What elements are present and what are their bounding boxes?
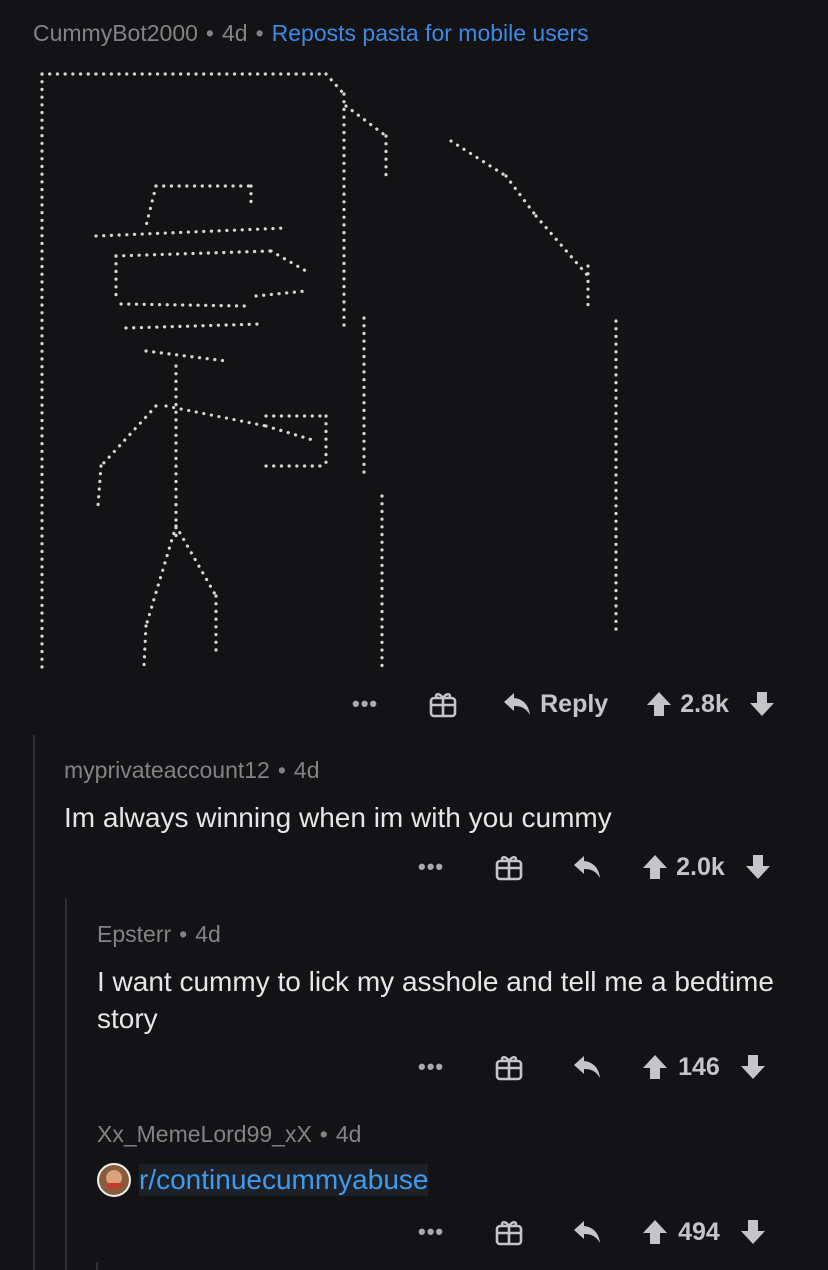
reply-label: Reply	[540, 689, 609, 718]
vote-score: 2.0k	[676, 852, 725, 881]
gift-icon	[495, 856, 523, 881]
ascii-dot-line	[534, 214, 590, 278]
ascii-dot-line	[174, 524, 218, 598]
ascii-dot-line	[144, 524, 178, 628]
ascii-dot-line	[99, 404, 158, 468]
upvote-arrow-icon	[643, 1220, 668, 1244]
reply-button[interactable]	[572, 1054, 602, 1080]
comment-author[interactable]: myprivateaccount12	[64, 757, 270, 783]
user-flair: Reposts pasta for mobile users	[271, 20, 589, 46]
more-options-button[interactable]: •••	[418, 1219, 444, 1245]
comment-age: 4d	[221, 20, 248, 46]
vote-score: 146	[678, 1052, 720, 1081]
ascii-dot-line	[94, 226, 288, 238]
upvote-button[interactable]	[642, 1054, 668, 1080]
comment-header: Xx_MemeLord99_xX • 4d	[97, 1121, 362, 1147]
downvote-arrow-icon	[749, 692, 774, 716]
ascii-dot-line	[114, 249, 273, 258]
comment-header: Epsterr • 4d	[97, 921, 221, 947]
give-award-button[interactable]	[428, 689, 458, 719]
more-options-button[interactable]: •••	[418, 1054, 444, 1080]
reply-button[interactable]: Reply	[502, 690, 608, 719]
subreddit-avatar-icon	[99, 1165, 129, 1195]
upvote-button[interactable]	[646, 691, 672, 717]
give-award-button[interactable]	[494, 1217, 524, 1247]
vote-score: 494	[678, 1217, 720, 1246]
comment-age: 4d	[293, 757, 320, 783]
give-award-button[interactable]	[494, 852, 524, 882]
more-icon: •••	[418, 854, 445, 879]
comment-age: 4d	[195, 921, 221, 947]
more-icon: •••	[352, 691, 379, 716]
ascii-dot-line	[164, 404, 268, 428]
subreddit-avatar	[97, 1163, 131, 1197]
ascii-dot-line	[144, 184, 158, 228]
vote-score: 2.8k	[680, 689, 729, 718]
ascii-dot-line	[344, 104, 388, 138]
comment-actions: ••• 2.0k	[418, 845, 771, 889]
comment-actions: ••• Reply 2.8k	[352, 682, 775, 726]
upvote-button[interactable]	[642, 854, 668, 880]
ascii-dot-line	[254, 289, 308, 298]
more-icon: •••	[418, 1219, 445, 1244]
comment-actions: ••• 146	[418, 1045, 766, 1089]
downvote-arrow-icon	[740, 1220, 765, 1244]
ascii-dot-line	[144, 349, 228, 363]
subreddit-link-row: r/continuecummyabuse	[97, 1163, 429, 1197]
subreddit-link[interactable]: r/continuecummyabuse	[139, 1164, 429, 1196]
upvote-button[interactable]	[642, 1219, 668, 1245]
more-options-button[interactable]: •••	[418, 854, 444, 880]
downvote-arrow-icon	[745, 855, 770, 879]
reply-button[interactable]	[572, 854, 602, 880]
reply-arrow-icon	[574, 856, 601, 878]
ascii-dot-line	[119, 302, 248, 308]
reply-arrow-icon	[504, 693, 531, 715]
reply-button[interactable]	[572, 1219, 602, 1245]
downvote-button[interactable]	[740, 1054, 766, 1080]
comment-header: CummyBot2000 • 4d • Reposts pasta for mobile…	[33, 20, 589, 46]
comment-author[interactable]: CummyBot2000	[33, 20, 198, 46]
upvote-arrow-icon	[643, 1055, 668, 1079]
ascii-dot-line	[324, 72, 346, 96]
ascii-dot-line	[449, 139, 508, 178]
gift-icon	[429, 693, 457, 718]
ascii-dot-line	[504, 174, 538, 218]
more-icon: •••	[418, 1054, 445, 1079]
thread-line[interactable]	[65, 898, 67, 1270]
downvote-arrow-icon	[740, 1055, 765, 1079]
thread-line[interactable]	[33, 735, 35, 1270]
downvote-button[interactable]	[745, 854, 771, 880]
ascii-dot-line	[96, 464, 103, 508]
comment-body: Im always winning when im with you cummy	[64, 802, 612, 833]
reply-arrow-icon	[574, 1221, 601, 1243]
comment-header: myprivateaccount12 • 4d	[64, 757, 320, 783]
ascii-dot-line	[264, 424, 318, 443]
upvote-arrow-icon	[643, 855, 668, 879]
downvote-button[interactable]	[740, 1219, 766, 1245]
give-award-button[interactable]	[494, 1052, 524, 1082]
comment-actions: ••• 494	[418, 1210, 766, 1254]
reply-arrow-icon	[574, 1056, 601, 1078]
upvote-arrow-icon	[647, 692, 672, 716]
ascii-dot-line	[124, 322, 263, 330]
gift-icon	[495, 1221, 523, 1246]
ascii-dot-line	[269, 249, 308, 273]
gift-icon	[495, 1056, 523, 1081]
ascii-dot-line	[142, 624, 148, 668]
more-options-button[interactable]: •••	[352, 691, 378, 717]
thread-line[interactable]	[96, 1262, 98, 1270]
comment-author[interactable]: Epsterr	[97, 921, 171, 947]
downvote-button[interactable]	[749, 691, 775, 717]
comment-age: 4d	[335, 1121, 362, 1147]
ascii-art	[40, 72, 618, 672]
comment-author[interactable]: Xx_MemeLord99_xX	[97, 1121, 312, 1147]
comment-body: I want cummy to lick my asshole and tell…	[97, 966, 774, 1034]
